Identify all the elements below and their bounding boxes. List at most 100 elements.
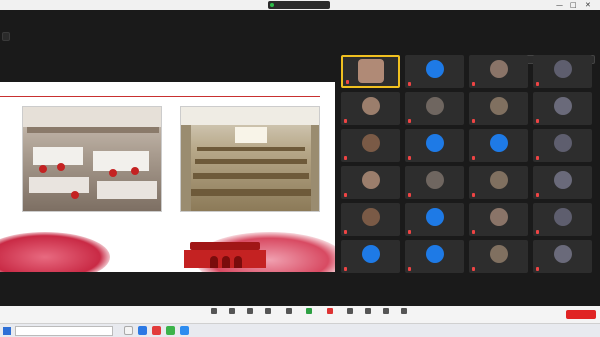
toolbar-chat-button[interactable]	[279, 308, 299, 321]
participant-avatar	[553, 97, 572, 115]
participant-tile[interactable]	[405, 203, 464, 236]
record-icon	[327, 308, 333, 314]
participant-tile[interactable]	[533, 240, 592, 273]
zoom-app-icon[interactable]	[180, 326, 189, 335]
toolbar-apps-button[interactable]	[358, 308, 378, 321]
toolbar-security-button[interactable]	[240, 308, 260, 321]
participant-tile[interactable]	[405, 92, 464, 125]
app-icon[interactable]	[138, 326, 147, 335]
participant-avatar	[361, 245, 380, 263]
participant-avatar	[489, 134, 508, 152]
participant-avatar	[425, 245, 444, 263]
participant-avatar	[553, 171, 572, 189]
mic-icon	[211, 308, 217, 314]
participant-tile[interactable]	[341, 203, 400, 236]
participant-tile[interactable]	[341, 240, 400, 273]
participant-avatar	[425, 60, 444, 78]
maximize-button[interactable]: □	[570, 0, 577, 10]
participant-avatar	[553, 134, 572, 152]
windows-start-icon[interactable]	[3, 327, 11, 335]
participant-tile[interactable]	[341, 92, 400, 125]
participant-avatar	[553, 245, 572, 263]
app-icon[interactable]	[152, 326, 161, 335]
chat-icon	[286, 308, 292, 314]
mic-muted-icon	[346, 80, 349, 84]
mic-muted-icon	[344, 156, 347, 160]
task-view-icon[interactable]	[124, 326, 133, 335]
participant-tile[interactable]	[469, 129, 528, 162]
mic-muted-icon	[408, 82, 411, 86]
participant-avatar	[425, 208, 444, 226]
participant-tile[interactable]	[405, 240, 464, 273]
taskbar-search-input[interactable]	[15, 326, 113, 336]
meeting-status-icon	[270, 3, 274, 7]
mic-muted-icon	[344, 267, 347, 271]
participant-tile[interactable]	[469, 92, 528, 125]
participant-tile[interactable]	[469, 55, 528, 88]
participant-avatar	[489, 171, 508, 189]
ribbon-decoration-left	[0, 232, 110, 272]
toolbar-mic-button[interactable]	[204, 308, 224, 321]
mic-muted-icon	[408, 193, 411, 197]
participant-tile[interactable]	[533, 203, 592, 236]
zoom-meeting-window: — □ ✕	[0, 0, 600, 337]
slide-photo-left	[22, 106, 162, 212]
participant-tile[interactable]	[405, 166, 464, 199]
shared-slide	[0, 82, 335, 272]
participant-avatar	[361, 171, 380, 189]
toolbar-reactions-button[interactable]	[340, 308, 360, 321]
participant-avatar	[489, 60, 508, 78]
whiteboard-icon	[383, 308, 389, 314]
security-icon	[247, 308, 253, 314]
participant-avatar	[361, 97, 380, 115]
participant-tile[interactable]	[469, 166, 528, 199]
participant-tile[interactable]	[533, 55, 592, 88]
close-button[interactable]: ✕	[585, 0, 591, 10]
mic-muted-icon	[408, 230, 411, 234]
participant-avatar	[489, 208, 508, 226]
mic-muted-icon	[408, 119, 411, 123]
minimize-button[interactable]: —	[556, 0, 563, 10]
participant-avatar	[361, 134, 380, 152]
toolbar-share-screen-button[interactable]	[299, 308, 319, 321]
browser-icon[interactable]	[166, 326, 175, 335]
toolbar-more-button[interactable]	[394, 308, 414, 321]
toolbar-whiteboard-button[interactable]	[376, 308, 396, 321]
participant-tile[interactable]	[341, 129, 400, 162]
slide-decoration	[0, 220, 335, 272]
toolbar-record-button[interactable]	[320, 308, 340, 321]
mic-muted-icon	[536, 82, 539, 86]
reactions-icon	[347, 308, 353, 314]
toolbar-video-button[interactable]	[222, 308, 242, 321]
mic-muted-icon	[344, 230, 347, 234]
window-title-pill[interactable]	[268, 1, 330, 9]
mic-muted-icon	[344, 119, 347, 123]
participant-tile[interactable]	[469, 240, 528, 273]
mic-muted-icon	[472, 156, 475, 160]
participant-tile[interactable]	[341, 166, 400, 199]
slide-photo-right	[180, 106, 320, 212]
mic-muted-icon	[536, 267, 539, 271]
participant-avatar	[425, 134, 444, 152]
participant-video	[357, 59, 384, 83]
participant-tile[interactable]	[341, 55, 400, 88]
participant-tile[interactable]	[533, 166, 592, 199]
participant-avatar	[553, 60, 572, 78]
title-bar: — □ ✕	[0, 0, 600, 10]
screen-share-tag[interactable]	[2, 32, 10, 41]
participant-tile[interactable]	[405, 55, 464, 88]
mic-muted-icon	[472, 82, 475, 86]
video-icon	[229, 308, 235, 314]
mic-muted-icon	[536, 230, 539, 234]
participant-avatar	[361, 208, 380, 226]
participant-tile[interactable]	[533, 92, 592, 125]
participant-avatar	[425, 97, 444, 115]
participant-tile[interactable]	[469, 203, 528, 236]
toolbar-participants-button[interactable]	[258, 308, 278, 321]
participant-tile[interactable]	[533, 129, 592, 162]
participant-tile[interactable]	[405, 129, 464, 162]
participants-icon	[265, 308, 271, 314]
mic-muted-icon	[472, 267, 475, 271]
end-meeting-button[interactable]	[566, 310, 596, 319]
mic-muted-icon	[536, 193, 539, 197]
